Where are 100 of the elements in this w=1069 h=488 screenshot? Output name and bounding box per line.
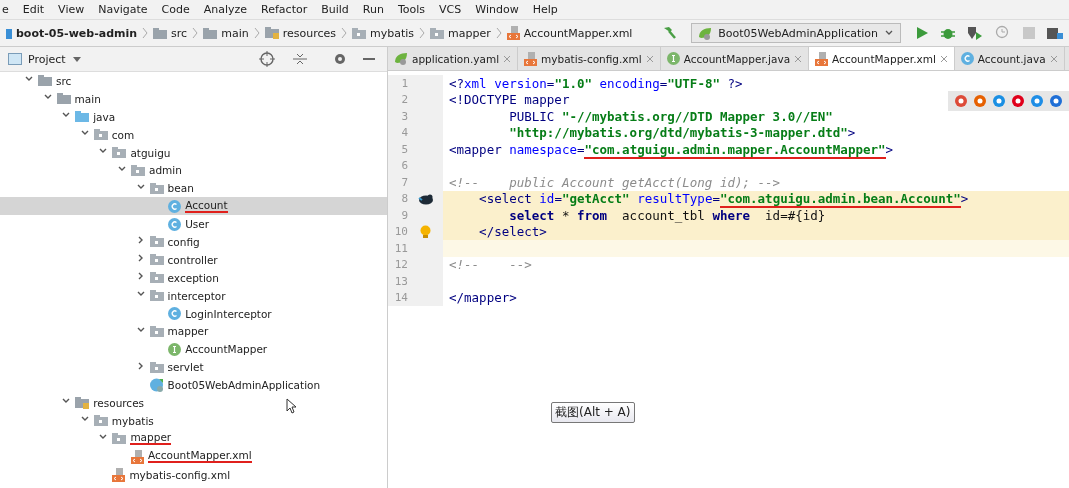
line-number: 6	[400, 159, 408, 173]
browser-icon[interactable]	[954, 94, 968, 108]
tree-item[interactable]: interceptor	[0, 286, 387, 305]
tree-item[interactable]: mapper	[0, 322, 387, 341]
tree-item[interactable]: main	[0, 89, 387, 108]
interface-icon	[666, 52, 680, 65]
tree-item-label: admin	[149, 164, 182, 177]
lightbulb-icon[interactable]	[420, 224, 431, 239]
tree-item[interactable]: com	[0, 125, 387, 144]
tree-item[interactable]: config	[0, 233, 387, 251]
line-number: 3	[400, 109, 408, 123]
menu-item[interactable]: Help	[532, 3, 558, 16]
collapse-all-icon[interactable]	[293, 52, 307, 66]
tree-item[interactable]: AccountMapper	[0, 340, 387, 359]
breadcrumb[interactable]: mybatis	[347, 26, 419, 40]
breadcrumb[interactable]: src	[149, 26, 192, 40]
menu-item[interactable]: Window	[475, 3, 519, 16]
breadcrumb[interactable]: resources	[260, 26, 340, 40]
bug-icon[interactable]	[941, 26, 955, 40]
tree-item-label: AccountMapper.xml	[148, 450, 252, 464]
run-icon[interactable]	[915, 26, 929, 40]
folder-icon	[203, 27, 218, 39]
package-folder-icon	[149, 182, 164, 194]
tree-item-label: mybatis-config.xml	[129, 468, 231, 481]
menu-item[interactable]: Edit	[22, 3, 45, 16]
menu-item[interactable]: Navigate	[98, 3, 148, 16]
browser-icon[interactable]	[1049, 94, 1063, 108]
project-structure-icon[interactable]	[1047, 26, 1063, 40]
settings-icon[interactable]	[333, 52, 347, 66]
run-configuration-dropdown[interactable]: Boot05WebAdminApplication	[691, 23, 901, 43]
code-line: </select>	[478, 224, 547, 240]
tree-item[interactable]: resources	[0, 394, 387, 412]
code-line: <!-- -->	[448, 257, 532, 273]
editor-tab[interactable]: AccountMapper.xml	[809, 47, 955, 70]
folder-icon	[153, 27, 168, 39]
tree-item-label: AccountMapper	[185, 343, 268, 356]
tree-item[interactable]: Account	[0, 197, 387, 216]
browser-icon[interactable]	[1011, 94, 1025, 108]
package-folder-icon	[149, 236, 164, 248]
bird-icon[interactable]	[417, 192, 434, 205]
breadcrumb[interactable]: main	[199, 26, 253, 40]
caret-icon[interactable]	[71, 55, 82, 63]
menu-item[interactable]: e	[2, 3, 9, 16]
tree-item[interactable]: servlet	[0, 358, 387, 377]
tree-item[interactable]: java	[0, 107, 387, 126]
chevron-right-icon	[142, 27, 149, 39]
tree-item-label: main	[74, 92, 101, 105]
tree-item[interactable]: atguigu	[0, 143, 387, 162]
line-number: 4	[400, 126, 408, 140]
tree-item[interactable]: mapper	[0, 429, 387, 448]
breadcrumb[interactable]: AccountMapper.xml	[502, 26, 637, 40]
class-icon	[168, 217, 182, 231]
menu-item[interactable]: Tools	[397, 3, 426, 16]
xml-file-icon	[506, 26, 520, 40]
tree-item-label: User	[185, 218, 210, 231]
menu-item[interactable]: Analyze	[203, 3, 248, 16]
menu-item[interactable]: Build	[321, 3, 349, 16]
browser-icon[interactable]	[973, 94, 987, 108]
menu-item[interactable]: View	[58, 3, 85, 16]
tree-item[interactable]: AccountMapper.xml	[0, 447, 387, 466]
menu-item[interactable]: Run	[362, 3, 384, 16]
line-number: 9	[400, 208, 408, 222]
tree-item-label: mapper	[130, 432, 172, 446]
tree-item[interactable]: mybatis	[0, 411, 387, 430]
leaf-icon	[394, 52, 408, 65]
tree-item[interactable]: User	[0, 215, 387, 233]
folder-icon	[38, 75, 52, 87]
coverage-icon[interactable]	[967, 26, 983, 40]
code-line: "http://mybatis.org/dtd/mybatis-3-mapper.dtd">	[508, 125, 856, 141]
tree-item-label: resources	[93, 396, 145, 409]
menu-item[interactable]: Refactor	[261, 3, 308, 16]
tree-item[interactable]: admin	[0, 161, 387, 180]
package-folder-icon	[93, 129, 108, 141]
package-folder-icon	[131, 164, 145, 176]
tree-item[interactable]: bean	[0, 179, 387, 198]
line-number: 10	[393, 225, 408, 239]
package-folder-icon	[149, 290, 164, 302]
locate-icon[interactable]	[259, 51, 275, 67]
tree-item-label: servlet	[167, 361, 204, 374]
tree-item[interactable]: controller	[0, 250, 387, 269]
browser-icon[interactable]	[1030, 94, 1044, 108]
minimize-icon[interactable]	[363, 57, 375, 61]
package-folder-icon	[93, 415, 108, 427]
breadcrumb[interactable]: boot-05-web-admin	[2, 26, 142, 40]
folder-icon	[75, 111, 90, 123]
close-icon[interactable]	[939, 54, 948, 63]
breadcrumb[interactable]: mapper	[426, 26, 495, 40]
browser-icon[interactable]	[992, 94, 1006, 108]
menu-item[interactable]: VCS	[439, 3, 462, 16]
class-icon	[168, 199, 182, 213]
line-number: 14	[393, 291, 408, 305]
xml-file-icon	[815, 51, 829, 66]
code-line: <?xml version="1.0" encoding="UTF-8" ?>	[448, 75, 743, 91]
tree-item[interactable]: LoginInterceptor	[0, 304, 387, 323]
tree-item[interactable]: src	[0, 72, 387, 90]
panel-title[interactable]: Project	[28, 52, 66, 66]
tree-item[interactable]: mybatis-config.xml	[0, 465, 387, 484]
tree-item[interactable]: Boot05WebAdminApplication	[0, 376, 387, 395]
tree-item[interactable]: exception	[0, 268, 387, 287]
menu-item[interactable]: Code	[161, 3, 190, 16]
